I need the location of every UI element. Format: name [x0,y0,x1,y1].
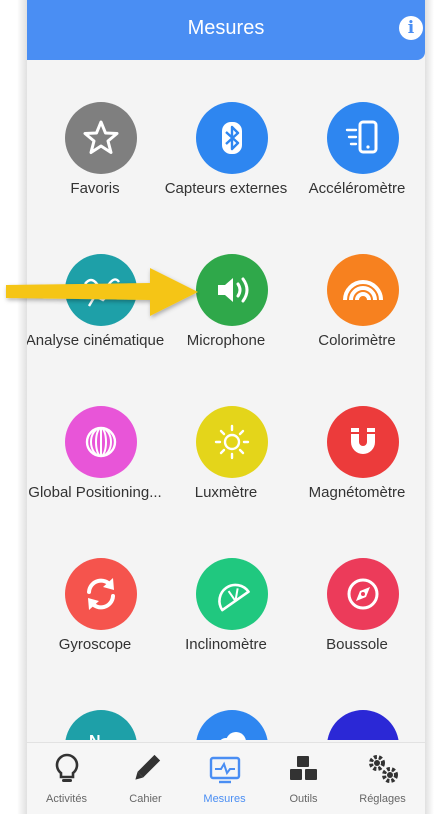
pencil-icon [135,754,161,780]
rotate-icon [65,558,137,630]
tile-luxmetre[interactable]: Luxmètre [160,364,292,514]
tile-label: Favoris [70,180,120,197]
protractor-icon [196,558,268,630]
sun-icon [196,406,268,478]
cubes-icon [290,756,317,780]
tile-label: Inclinomètre [185,636,267,653]
monitor-icon [209,756,241,784]
nav-mesures[interactable]: Mesures [185,743,264,814]
nav-reglages[interactable]: Réglages [343,743,422,814]
tile-label: Accéléromètre [308,180,406,197]
tile-partial-cloud[interactable] [160,668,292,740]
nav-label: Outils [289,793,318,805]
tile-label: Analyse cinématique [27,332,165,349]
tile-favoris[interactable]: Favoris [29,60,161,210]
nav-label: Activités [46,793,87,805]
cloud-icon [196,710,268,740]
sensor-grid: Favoris Capteurs externes Accéléromètre … [27,60,425,740]
screen-shadow-right [425,0,434,814]
tile-magnetometre[interactable]: Magnétomètre [291,364,423,514]
nav-label: Réglages [359,793,406,805]
gears-icon [369,755,398,783]
svg-text:N: N [89,733,101,740]
star-icon [65,102,137,174]
tile-gyroscope[interactable]: Gyroscope [29,516,161,666]
app-header: Mesures i [27,0,425,60]
compass-icon [327,558,399,630]
tile-partial-north[interactable]: N [29,668,161,740]
tile-capteurs-externes[interactable]: Capteurs externes [160,60,292,210]
tile-colorimetre[interactable]: Colorimètre [291,212,423,362]
page-title: Mesures [187,17,265,39]
footprint-icon [327,710,399,740]
tile-boussole[interactable]: Boussole [291,516,423,666]
tile-label: Gyroscope [58,636,132,653]
tile-label: Luxmètre [194,484,258,501]
bluetooth-icon [196,102,268,174]
rainbow-icon [327,254,399,326]
screen-shadow-left [17,0,27,814]
tile-inclinometre[interactable]: Inclinomètre [160,516,292,666]
lightbulb-icon [55,753,79,782]
highlight-arrow [6,268,198,316]
tile-accelerometre[interactable]: Accéléromètre [291,60,423,210]
speaker-icon [196,254,268,326]
info-button[interactable]: i [399,16,423,40]
north-icon: N [65,710,137,740]
nav-cahier[interactable]: Cahier [106,743,185,814]
phone-motion-icon [327,102,399,174]
nav-activites[interactable]: Activités [27,743,106,814]
globe-icon [65,406,137,478]
nav-outils[interactable]: Outils [264,743,343,814]
tile-partial-footprint[interactable] [291,668,423,740]
tile-label: Capteurs externes [164,180,288,197]
nav-label: Mesures [203,793,246,805]
bottom-navigation: Activités Cahier Mesures Outils Réglages [27,742,425,814]
tile-label: Boussole [326,636,388,653]
nav-label: Cahier [129,793,162,805]
tile-label: Microphone [186,332,266,349]
app-screen: Mesures i Favoris Capteurs externes Accé… [27,0,425,814]
tile-gps[interactable]: Global Positioning... [28,364,162,514]
tile-label: Colorimètre [318,332,396,349]
tile-label: Global Positioning... [28,484,162,501]
magnet-icon [327,406,399,478]
tile-label: Magnétomètre [308,484,406,501]
